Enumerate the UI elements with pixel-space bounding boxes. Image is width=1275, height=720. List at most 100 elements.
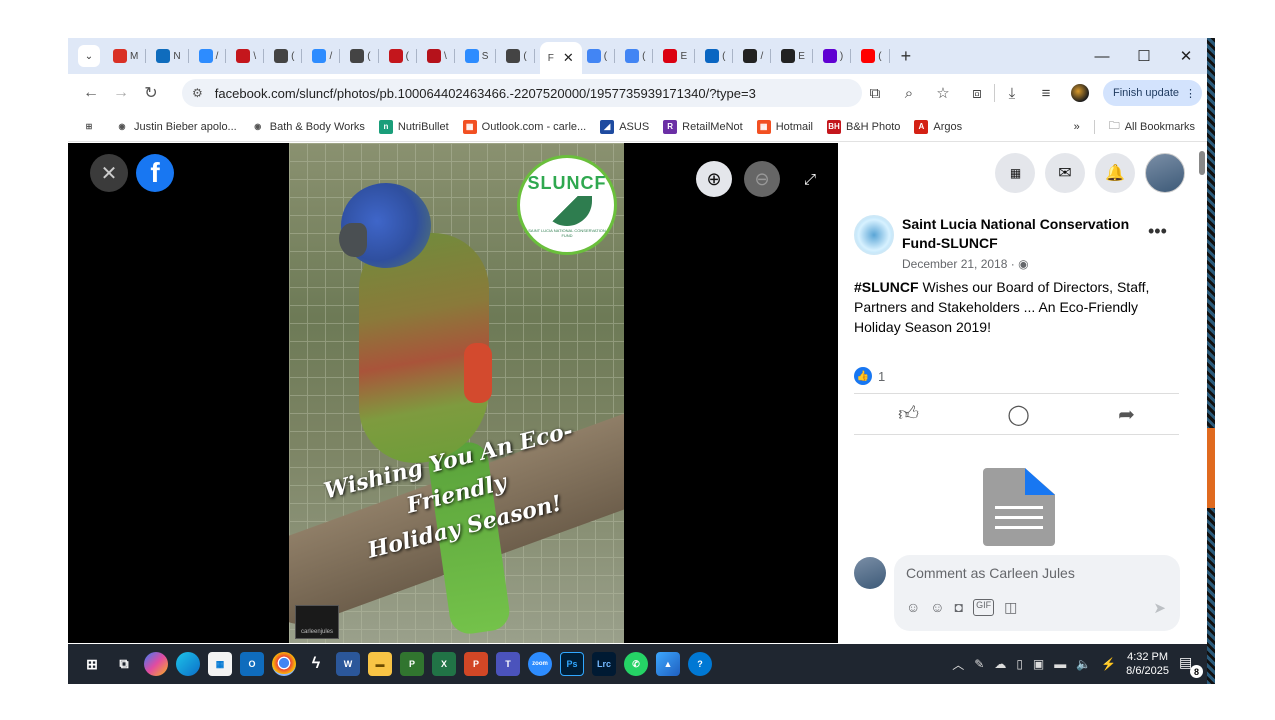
comment-button-icon[interactable]: ◯ [1007, 402, 1029, 427]
close-tab-icon[interactable]: ✕ [563, 50, 574, 66]
bookmark-item[interactable]: ◉ Justin Bieber apolo... [115, 120, 237, 134]
browser-tab[interactable]: ( [269, 43, 307, 69]
send-icon[interactable]: ➤ [1153, 599, 1166, 617]
zoom-out-button[interactable]: ⊖ [744, 161, 780, 197]
browser-tab[interactable]: ( [620, 43, 658, 69]
bookmark-item[interactable]: ◉ Bath & Body Works [251, 120, 365, 134]
powerpoint-icon[interactable]: P [464, 652, 488, 676]
network-icon[interactable]: ▬ [1054, 657, 1066, 671]
profile-avatar-icon[interactable] [1071, 84, 1089, 102]
forward-button[interactable]: → [106, 84, 136, 102]
account-avatar[interactable] [1145, 153, 1185, 193]
active-tab[interactable]: F ✕ [539, 42, 582, 74]
bookmarks-overflow-button[interactable]: » [1074, 121, 1080, 133]
post-photo[interactable]: SLUNCF SAINT LUCIA NATIONAL CONSERVATION… [289, 143, 624, 643]
bookmark-item[interactable]: A Argos [914, 119, 962, 134]
lightroom-icon[interactable]: Lrc [592, 652, 616, 676]
whatsapp-icon[interactable]: ✆ [624, 652, 648, 676]
browser-tab[interactable]: M [108, 43, 151, 69]
sidebar-scrollbar[interactable] [1199, 151, 1205, 175]
page-name-link[interactable]: Saint Lucia National Conservation Fund-S… [902, 215, 1142, 253]
notifications-bell-icon[interactable]: 🔔 [1095, 153, 1135, 193]
zoom-icon[interactable]: ⌕ [892, 85, 926, 102]
new-tab-button[interactable]: + [901, 46, 912, 67]
post-date[interactable]: December 21, 2018 · ◉ [902, 257, 1029, 271]
browser-tab[interactable]: ( [384, 43, 422, 69]
site-info-icon[interactable]: ⚙ [192, 86, 203, 100]
outlook-icon[interactable]: O [240, 652, 264, 676]
browser-tab[interactable]: ( [700, 43, 738, 69]
bookmark-item[interactable]: ◢ ASUS [600, 119, 649, 134]
fullscreen-button[interactable]: ⤢ [798, 167, 822, 191]
all-bookmarks-button[interactable]: 🗀 All Bookmarks [1109, 117, 1195, 136]
browser-tab[interactable]: / [307, 43, 345, 69]
browser-tab[interactable]: E [658, 43, 700, 69]
photoshop-icon[interactable]: Ps [560, 652, 584, 676]
bookmark-item[interactable]: R RetailMeNot [663, 119, 743, 134]
task-view-icon[interactable]: ⧉ [112, 652, 136, 676]
browser-tab[interactable]: ( [345, 43, 383, 69]
avatar-sticker-icon[interactable]: ☺ [906, 599, 920, 616]
bookmark-item[interactable]: ⊞ [82, 120, 101, 134]
finish-update-button[interactable]: Finish update ⋮ [1103, 80, 1203, 106]
reload-button[interactable]: ↻ [136, 83, 166, 103]
close-window-button[interactable]: ✕ [1165, 47, 1207, 65]
hashtag-link[interactable]: #SLUNCF [854, 279, 919, 295]
maximize-button[interactable]: ☐ [1123, 47, 1165, 65]
word-icon[interactable]: W [336, 652, 360, 676]
tab-search-button[interactable]: ⌄ [78, 45, 100, 67]
browser-tab[interactable]: ( [856, 43, 894, 69]
gif-icon[interactable]: GIF [973, 599, 995, 616]
store-icon[interactable]: ▦ [208, 652, 232, 676]
charging-icon[interactable]: ⚡ [1101, 657, 1116, 671]
browser-tab[interactable]: \ [422, 43, 460, 69]
copilot-icon[interactable] [144, 652, 168, 676]
browser-tab[interactable]: ( [501, 43, 539, 69]
bookmark-item[interactable]: ▦ Outlook.com - carle... [462, 119, 586, 134]
browser-tab[interactable]: N [151, 43, 193, 69]
start-icon[interactable]: ⊞ [80, 652, 104, 676]
comment-input[interactable]: Comment as Carleen Jules ☺ ☺ ◘ GIF ◫ ➤ [894, 555, 1180, 631]
menu-grid-icon[interactable]: ▦ [995, 153, 1035, 193]
messenger-icon[interactable]: ✉ [1045, 153, 1085, 193]
close-viewer-button[interactable]: ✕ [90, 154, 128, 192]
share-button-icon[interactable]: ➦ [1118, 402, 1135, 427]
browser-tab[interactable]: / [738, 43, 776, 69]
browser-tab[interactable]: \ [231, 43, 269, 69]
onedrive-icon[interactable]: ☁ [994, 657, 1006, 671]
browser-tab[interactable]: ) [818, 43, 856, 69]
browser-tab[interactable]: E [776, 43, 818, 69]
address-bar[interactable]: ⚙ facebook.com/sluncf/photos/pb.10006440… [182, 79, 862, 107]
display-icon[interactable]: ▣ [1033, 657, 1044, 671]
browser-tab[interactable]: / [194, 43, 232, 69]
edge-icon[interactable] [176, 652, 200, 676]
reading-list-icon[interactable]: ≡ [1029, 85, 1063, 102]
bookmark-item[interactable]: BH B&H Photo [827, 119, 900, 134]
project-icon[interactable]: P [400, 652, 424, 676]
emoji-icon[interactable]: ☺ [930, 599, 944, 616]
bookmark-item[interactable]: n NutriBullet [378, 119, 449, 134]
page-avatar[interactable] [854, 215, 894, 255]
tray-overflow-icon[interactable]: ︿ [952, 656, 964, 673]
back-button[interactable]: ← [76, 84, 106, 102]
extensions-icon[interactable]: ⧈ [960, 85, 994, 102]
download-icon[interactable]: ⤓ [995, 85, 1029, 102]
photos-icon[interactable]: ▲ [656, 652, 680, 676]
help-icon[interactable]: ? [688, 652, 712, 676]
zoom-in-button[interactable]: ⊕ [696, 161, 732, 197]
file-explorer-icon[interactable]: ▬ [368, 652, 392, 676]
battery-icon[interactable]: ▯ [1016, 657, 1023, 671]
browser-tab[interactable]: S [460, 43, 502, 69]
sticker-icon[interactable]: ◫ [1004, 599, 1017, 616]
like-button-icon[interactable]: 👍︎ [898, 402, 919, 426]
excel-icon[interactable]: X [432, 652, 456, 676]
bookmark-star-icon[interactable]: ☆ [926, 84, 960, 102]
chrome-icon[interactable] [272, 652, 296, 676]
minimize-button[interactable]: — [1081, 48, 1123, 65]
capcut-icon[interactable]: ϟ [304, 652, 328, 676]
facebook-logo-icon[interactable]: f [136, 154, 174, 192]
clock[interactable]: 4:32 PM 8/6/2025 [1126, 650, 1169, 678]
teams-icon[interactable]: T [496, 652, 520, 676]
bookmark-item[interactable]: ▦ Hotmail [756, 119, 813, 134]
notification-center-icon[interactable]: ▤ 8 [1179, 654, 1203, 678]
